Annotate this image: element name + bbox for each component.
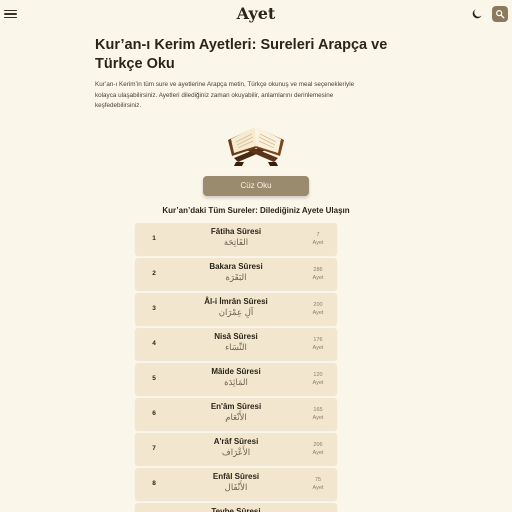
surah-names: Bakara Sûresi البَقَرَة xyxy=(173,262,299,285)
surah-name: Bakara Sûresi xyxy=(209,262,263,271)
top-bar: Ayet xyxy=(0,0,512,28)
surah-ayah-count: 200 Ayet xyxy=(299,301,337,317)
surah-number: 8 xyxy=(152,480,156,487)
surah-item[interactable]: 5 Mâide Sûresi المَائِدَة 120 Ayet xyxy=(135,362,337,395)
ayah-count-value: 176 xyxy=(313,336,323,343)
surah-list: 1 Fâtiha Sûresi الفَاتِحَة 7 Ayet 2 Bakara Sûr… xyxy=(135,222,337,512)
brand-logo[interactable]: Ayet xyxy=(237,4,276,23)
surah-item[interactable]: 4 Nisâ Sûresi النِّسَاء 176 Ayet xyxy=(135,327,337,360)
surah-item[interactable]: 2 Bakara Sûresi البَقَرَة 286 Ayet xyxy=(135,257,337,290)
ayah-count-value: 165 xyxy=(313,406,323,413)
surah-arabic-name: البَقَرَة xyxy=(225,273,247,283)
surah-ayah-count: 7 Ayet xyxy=(299,231,337,247)
dark-mode-moon-icon[interactable] xyxy=(470,7,484,21)
ayah-count-unit: Ayet xyxy=(312,379,324,386)
surah-name: Âl-i İmrân Sûresi xyxy=(204,297,268,306)
surah-item[interactable]: 7 A'râf Sûresi الأَعْرَاف 206 Ayet xyxy=(135,432,337,465)
surah-names: Enfâl Sûresi الأَنْفَال xyxy=(173,472,299,495)
ayah-count-unit: Ayet xyxy=(312,344,324,351)
surah-arabic-name: الأَنْفَال xyxy=(224,483,248,493)
surah-names: Mâide Sûresi المَائِدَة xyxy=(173,367,299,390)
surah-arabic-name: الأَعْرَاف xyxy=(221,448,251,458)
ayah-count-unit: Ayet xyxy=(312,414,324,421)
surah-name: Fâtiha Sûresi xyxy=(210,227,262,236)
ayah-count-value: 120 xyxy=(313,371,323,378)
surah-number: 5 xyxy=(152,375,156,382)
surah-ayah-count: 206 Ayet xyxy=(299,441,337,457)
ayah-count-unit: Ayet xyxy=(312,484,324,491)
surah-item[interactable]: 1 Fâtiha Sûresi الفَاتِحَة 7 Ayet xyxy=(135,222,337,255)
surah-ayah-count: 176 Ayet xyxy=(299,336,337,352)
surah-names: Nisâ Sûresi النِّسَاء xyxy=(173,332,299,355)
surah-ayah-count: 75 Ayet xyxy=(299,476,337,492)
search-button[interactable] xyxy=(492,6,508,22)
surah-ayah-count: 120 Ayet xyxy=(299,371,337,387)
ayah-count-value: 7 xyxy=(316,231,320,238)
surah-names: Tevbe Sûresiالتَّوْبَة xyxy=(173,507,299,512)
ayah-count-value: 75 xyxy=(314,476,322,483)
surah-names: En'âm Sûresi الأَنْعَام xyxy=(173,402,299,425)
surah-names: Âl-i İmrân Sûresi آلِ عِمْرَان xyxy=(173,297,299,320)
surah-arabic-name: النِّسَاء xyxy=(225,343,247,353)
surah-name: A'râf Sûresi xyxy=(213,437,259,446)
surah-item[interactable]: 6 En'âm Sûresi الأَنْعَام 165 Ayet xyxy=(135,397,337,430)
surah-number: 6 xyxy=(152,410,156,417)
surah-ayah-count: 286 Ayet xyxy=(299,266,337,282)
surah-arabic-name: الأَنْعَام xyxy=(225,413,247,423)
cuz-oku-button[interactable]: Cüz Oku xyxy=(203,175,309,196)
surah-number: 4 xyxy=(152,340,156,347)
surah-names: A'râf Sûresi الأَعْرَاف xyxy=(173,437,299,460)
surah-arabic-name: الفَاتِحَة xyxy=(223,238,249,248)
surah-number: 2 xyxy=(152,270,156,277)
ayah-count-value: 286 xyxy=(313,266,323,273)
surah-arabic-name: المَائِدَة xyxy=(224,378,248,388)
ayah-count-value: 206 xyxy=(313,441,323,448)
surah-item[interactable]: 8 Enfâl Sûresi الأَنْفَال 75 Ayet xyxy=(135,467,337,500)
surah-name: Enfâl Sûresi xyxy=(212,472,260,481)
ayah-count-unit: Ayet xyxy=(312,239,324,246)
ayah-count-value: 200 xyxy=(313,301,323,308)
quran-book-illustration xyxy=(135,118,377,170)
surah-names: Fâtiha Sûresi الفَاتِحَة xyxy=(173,227,299,250)
surah-name: Mâide Sûresi xyxy=(211,367,261,376)
main-content: Kur’an-ı Kerim Ayetleri: Sureleri Arapça… xyxy=(95,36,387,512)
hamburger-menu-icon[interactable] xyxy=(4,7,18,21)
surah-item[interactable]: 9Tevbe Sûresiالتَّوْبَة129Ayet xyxy=(135,502,337,512)
ayah-count-unit: Ayet xyxy=(312,274,324,281)
surah-name: Nisâ Sûresi xyxy=(214,332,258,341)
surah-name: Tevbe Sûresi xyxy=(211,507,261,512)
page-title: Kur’an-ı Kerim Ayetleri: Sureleri Arapça… xyxy=(95,37,388,72)
ayah-count-unit: Ayet xyxy=(312,449,324,456)
surah-number: 3 xyxy=(152,305,156,312)
surah-item[interactable]: 3 Âl-i İmrân Sûresi آلِ عِمْرَان 200 Ayet xyxy=(135,292,337,325)
surah-number: 7 xyxy=(152,445,156,452)
quran-stand-icon xyxy=(228,126,284,166)
surah-name: En'âm Sûresi xyxy=(210,402,262,411)
search-icon xyxy=(496,10,505,19)
surah-list-heading: Kur’an’daki Tüm Sureler: Dilediğiniz Aye… xyxy=(162,205,350,215)
surah-ayah-count: 165 Ayet xyxy=(299,406,337,422)
ayah-count-unit: Ayet xyxy=(312,309,324,316)
intro-text: Kur’an-ı Kerim’in tüm sure ve ayetlerine… xyxy=(95,81,355,109)
surah-number: 1 xyxy=(152,235,156,242)
surah-arabic-name: آلِ عِمْرَان xyxy=(218,308,254,318)
